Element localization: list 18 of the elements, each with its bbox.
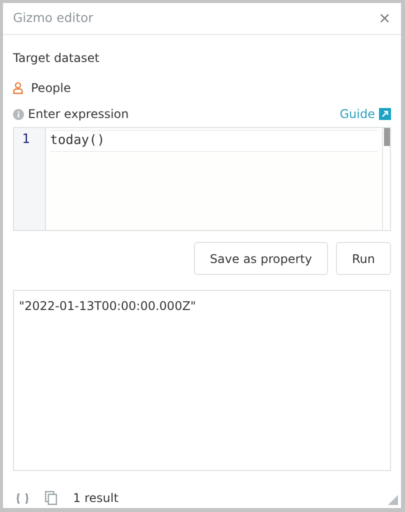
result-value: "2022-01-13T00:00:00.000Z" [19, 299, 196, 313]
action-button[interactable]: Save as property [194, 242, 328, 275]
dataset-name: People [31, 80, 71, 97]
window-title: Gizmo editor [13, 9, 94, 28]
field-label: Target dataset [13, 51, 100, 65]
code-editor[interactable]: 1 today() [13, 127, 391, 231]
expression-label: Enter expression [28, 106, 129, 123]
resize-handle-icon[interactable] [388, 495, 398, 505]
info-icon [13, 108, 24, 120]
action-button[interactable]: Run [336, 242, 391, 275]
scrollbar-thumb[interactable] [384, 128, 390, 146]
person-icon [13, 82, 23, 94]
braces-icon[interactable] [16, 492, 29, 504]
copy-icon[interactable] [45, 491, 57, 505]
close-button[interactable]: × [378, 11, 391, 26]
line-number: 1 [22, 131, 31, 149]
external-link-icon[interactable] [379, 108, 391, 120]
result-count: 1 result [73, 490, 118, 507]
